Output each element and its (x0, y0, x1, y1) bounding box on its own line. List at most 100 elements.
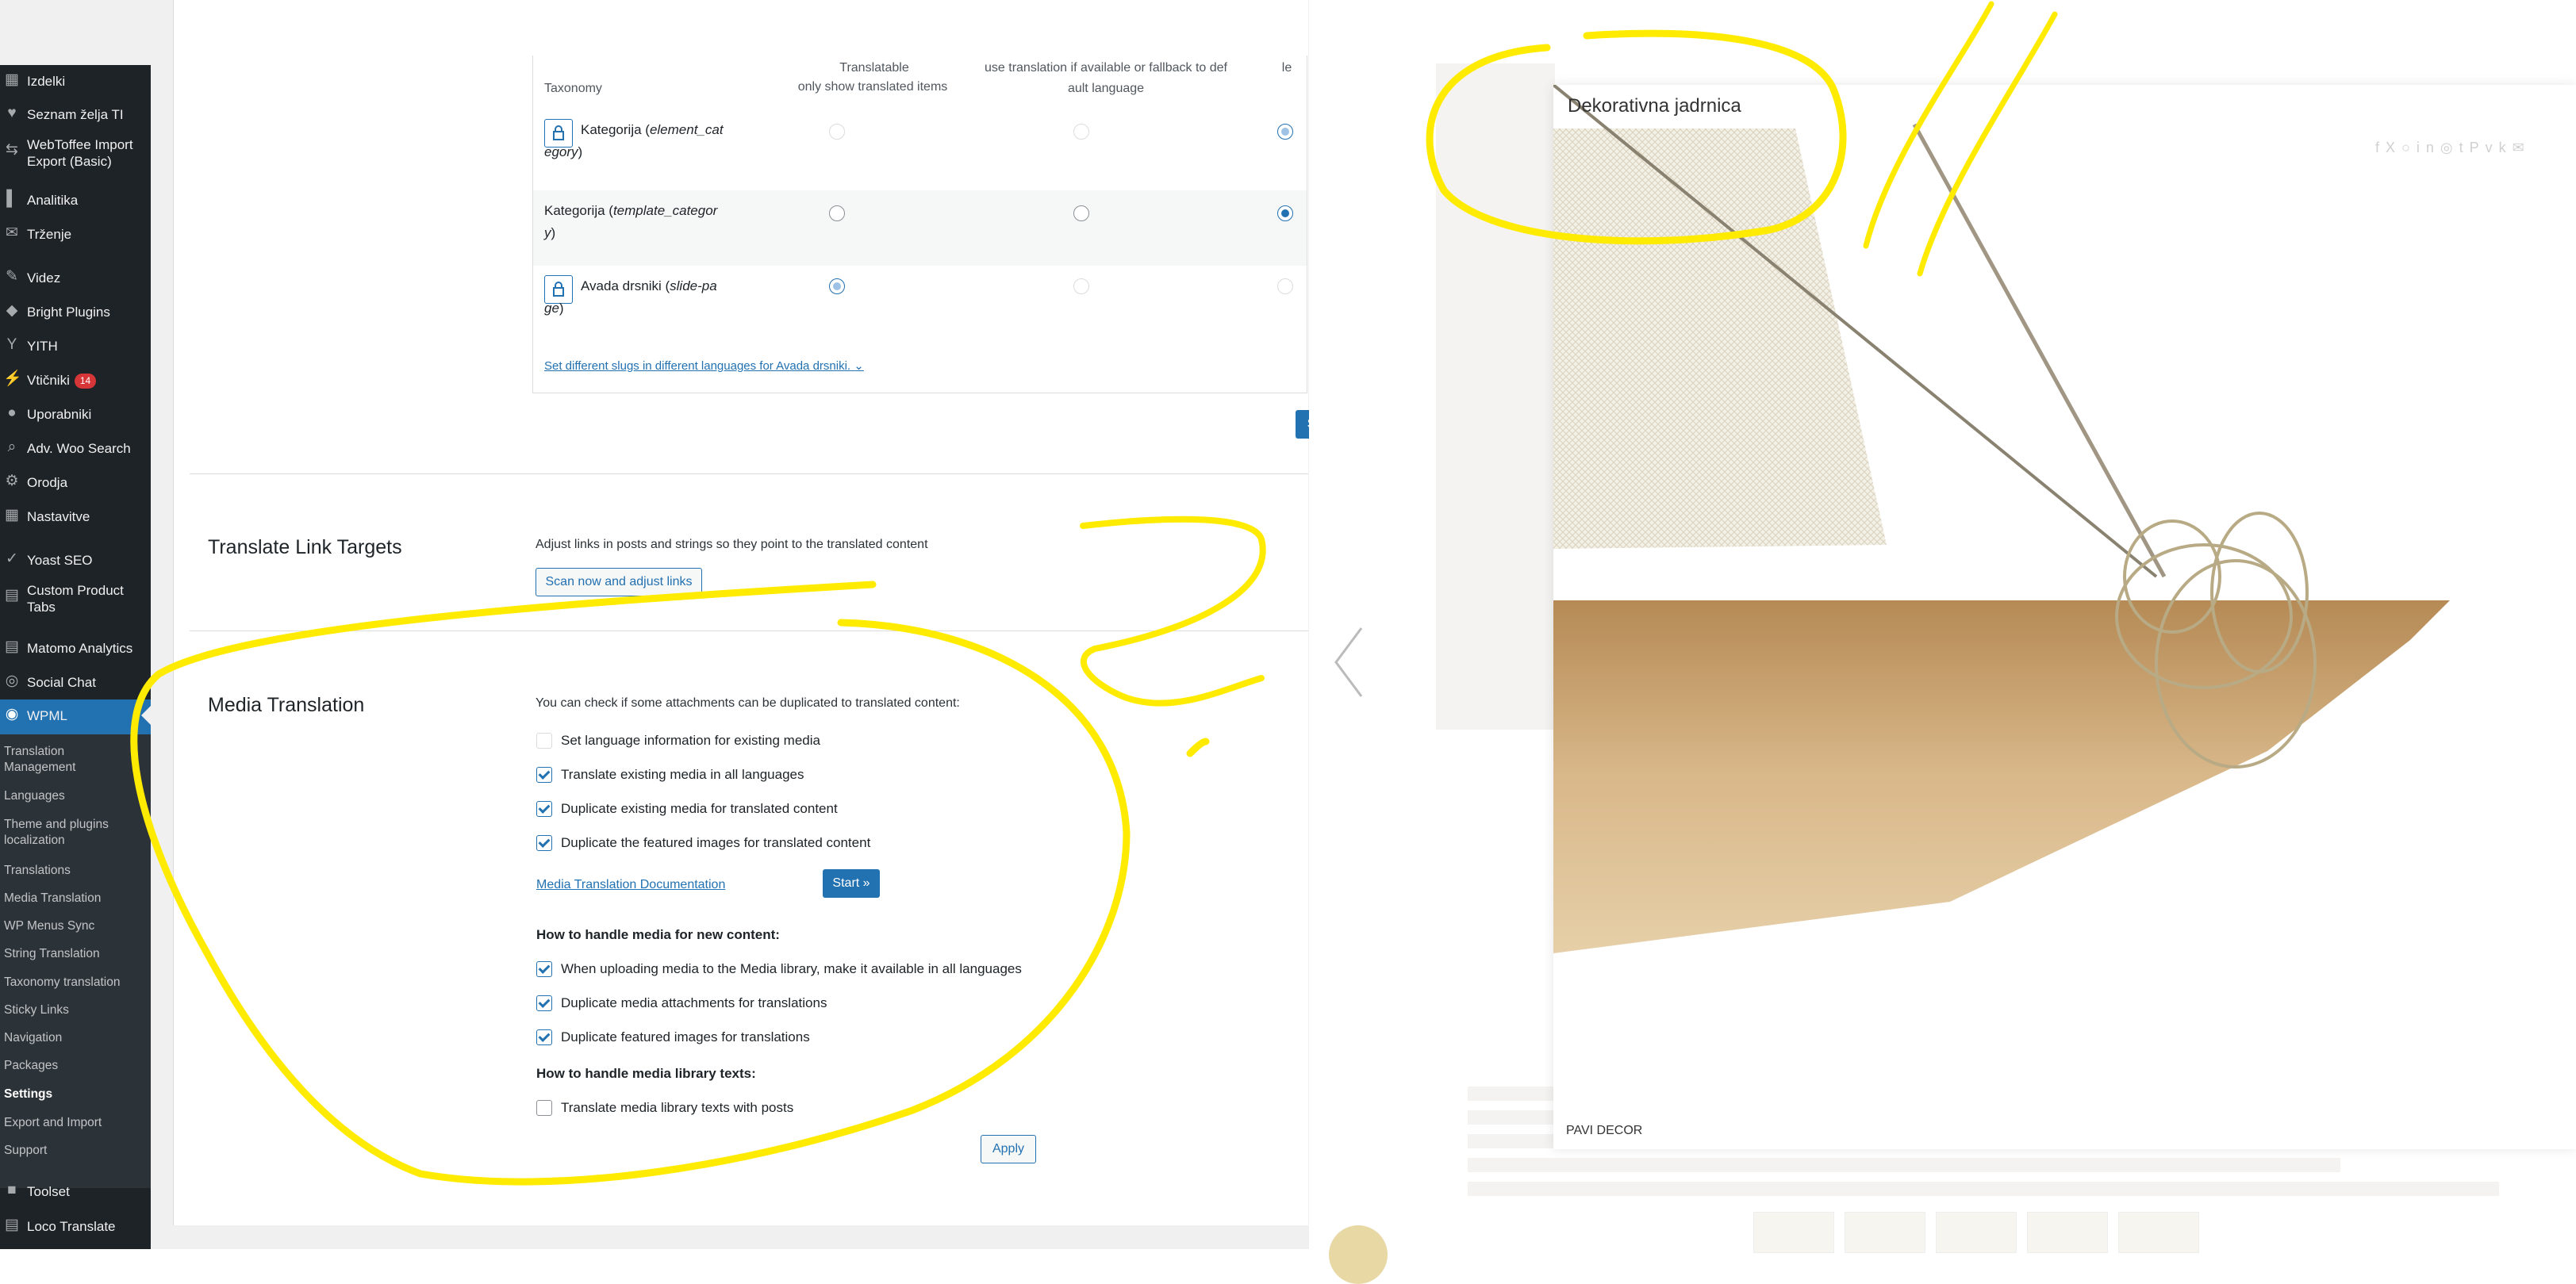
plugin-update-badge: 14 (74, 374, 97, 389)
submenu-translation-management[interactable]: Translation Management (4, 744, 139, 776)
x-icon[interactable]: X (2386, 140, 2401, 155)
sidebar-item-yith[interactable]: Y YITH (0, 330, 151, 363)
wpml-settings-panel: Translatable only show translated items … (173, 0, 1309, 1225)
duplicate-featured-translations-checkbox[interactable] (536, 1029, 552, 1045)
duplicate-existing-media-checkbox[interactable] (536, 801, 552, 817)
thumbnail[interactable] (2118, 1212, 2199, 1253)
chevron-left-icon[interactable] (1333, 627, 1365, 698)
sidebar-item-yoast-seo[interactable]: ✓ Yoast SEO (0, 544, 151, 577)
radio-third-option[interactable] (1277, 278, 1293, 294)
thumbnail[interactable] (1936, 1212, 2017, 1253)
radio-fallback[interactable] (1073, 278, 1089, 294)
settings-icon: ▦ (5, 507, 19, 523)
megaphone-icon: ✉ (6, 224, 18, 241)
share-icons: fX○in◎tPvk✉ (2375, 140, 2531, 156)
sidebar-item-webtoffee[interactable]: ⇆ WebToffee Import Export (Basic) (0, 135, 151, 182)
sidebar-item-wpml[interactable]: ◉ WPML (0, 699, 151, 734)
radio-fallback[interactable] (1073, 205, 1089, 221)
taxonomy-name: Avada drsniki (slide-pa (581, 278, 717, 293)
submenu-packages[interactable]: Packages (4, 1058, 58, 1074)
product-image (1553, 85, 2450, 953)
apply-button[interactable]: Apply (981, 1135, 1036, 1163)
sidebar-item-label: YITH (27, 339, 58, 354)
taxonomy-slug-continued: y) (544, 225, 556, 240)
sidebar-item-videz[interactable]: ✎ Videz (0, 262, 151, 295)
pinterest-icon[interactable]: P (2470, 140, 2486, 155)
radio-translated-only[interactable] (829, 278, 845, 294)
sidebar-item-label: Social Chat (27, 675, 96, 690)
vk-icon[interactable]: vk (2486, 140, 2513, 155)
new-content-heading: How to handle media for new content: (536, 927, 780, 942)
lightbox-card (1553, 85, 2576, 1149)
radio-translated-only[interactable] (829, 124, 845, 140)
submenu-languages[interactable]: Languages (4, 788, 65, 804)
sidebar-item-label: Analitika (27, 193, 79, 208)
sidebar-item-izdelki[interactable]: ▦ Izdelki (0, 65, 151, 98)
submenu-translations[interactable]: Translations (4, 863, 71, 879)
submenu-settings[interactable]: Settings (4, 1087, 52, 1102)
facebook-icon[interactable]: f (2375, 140, 2386, 155)
set-slugs-link[interactable]: Set different slugs in different languag… (544, 358, 864, 373)
thumbnail[interactable] (2027, 1212, 2108, 1253)
sidebar-item-label: WPML (27, 708, 67, 723)
submenu-navigation[interactable]: Navigation (4, 1030, 62, 1046)
media-translation-doc-link[interactable]: Media Translation Documentation (536, 878, 725, 892)
submenu-export-import[interactable]: Export and Import (4, 1115, 102, 1131)
reddit-icon[interactable]: ○ (2401, 140, 2417, 155)
set-language-info-checkbox[interactable] (536, 733, 552, 749)
submenu-wp-menus-sync[interactable]: WP Menus Sync (4, 918, 94, 934)
thumbnail[interactable] (1753, 1212, 1834, 1253)
sidebar-item-custom-product-tabs[interactable]: ▤ Custom Product Tabs (0, 581, 151, 628)
linkedin-icon[interactable]: in (2417, 140, 2440, 155)
tabs-icon: ▤ (5, 587, 19, 604)
wrench-icon: ⚙ (5, 473, 19, 489)
submenu-theme-plugins-localization[interactable]: Theme and plugins localization (4, 817, 139, 849)
radio-translated-only[interactable] (829, 205, 845, 221)
chat-fab-button[interactable] (1329, 1225, 1388, 1284)
submenu-media-translation[interactable]: Media Translation (4, 891, 101, 906)
sidebar-item-nastavitve[interactable]: ▦ Nastavitve (0, 500, 151, 534)
thumbnail[interactable] (1845, 1212, 1925, 1253)
email-icon[interactable]: ✉ (2513, 140, 2531, 155)
duplicate-attachments-checkbox[interactable] (536, 995, 552, 1011)
sidebar-item-matomo[interactable]: ▤ Matomo Analytics (0, 632, 151, 665)
duplicate-featured-images-checkbox[interactable] (536, 835, 552, 851)
save-button[interactable]: S (1296, 410, 1309, 439)
sidebar-item-adv-woo-search[interactable]: ⌕ Adv. Woo Search (0, 432, 151, 466)
radio-fallback[interactable] (1073, 124, 1089, 140)
tumblr-icon[interactable]: t (2459, 140, 2470, 155)
ghost-description-line (1468, 1158, 2340, 1172)
submenu-sticky-links[interactable]: Sticky Links (4, 1002, 69, 1018)
heart-icon: ♥ (7, 105, 17, 121)
sidebar-item-vticniki[interactable]: ⚡ Vtičniki 14 (0, 364, 151, 397)
submenu-taxonomy-translation[interactable]: Taxonomy translation (4, 975, 120, 991)
import-export-icon: ⇆ (6, 141, 18, 158)
sidebar-item-social-chat[interactable]: ◎ Social Chat (0, 666, 151, 699)
table-row: Avada drsniki (slide-pa ge) (533, 266, 1307, 345)
sidebar-item-trzenje[interactable]: ✉ Trženje (0, 218, 151, 251)
scan-adjust-links-button[interactable]: Scan now and adjust links (536, 568, 702, 596)
sidebar-item-uporabniki[interactable]: ● Uporabniki (0, 398, 151, 431)
submenu-string-translation[interactable]: String Translation (4, 946, 100, 962)
start-button[interactable]: Start » (823, 869, 880, 898)
sidebar-item-seznam-zelja[interactable]: ♥ Seznam želja TI (0, 98, 151, 132)
radio-third-option[interactable] (1277, 124, 1293, 140)
submenu-support[interactable]: Support (4, 1143, 47, 1159)
sidebar-item-orodja[interactable]: ⚙ Orodja (0, 466, 151, 500)
taxonomy-sync-table: Translatable only show translated items … (532, 56, 1307, 393)
set-slugs-link-text: Set different slugs in different languag… (544, 359, 851, 373)
wpml-submenu: Translation Management Languages Theme a… (0, 734, 151, 1188)
sidebar-item-bright-plugins[interactable]: ◆ Bright Plugins (0, 296, 151, 329)
sidebar-item-toolset[interactable]: ■ Toolset (0, 1175, 151, 1209)
taxonomy-label: Kategorija (544, 203, 605, 218)
radio-third-option[interactable] (1277, 205, 1293, 221)
translate-existing-media-checkbox[interactable] (536, 767, 552, 783)
sidebar-item-analitika[interactable]: ▌ Analitika (0, 184, 151, 217)
sidebar-item-loco-translate[interactable]: ▤ Loco Translate (0, 1210, 151, 1244)
translate-library-texts-checkbox[interactable] (536, 1100, 552, 1116)
wp-admin-area: ▦ Izdelki ♥ Seznam želja TI ⇆ WebToffee … (0, 0, 1309, 1249)
whatsapp-icon[interactable]: ◎ (2440, 140, 2459, 155)
toolset-icon: ■ (7, 1182, 17, 1198)
upload-all-languages-checkbox[interactable] (536, 961, 552, 977)
column-header-fallback-line2: ault language (1067, 82, 1145, 95)
